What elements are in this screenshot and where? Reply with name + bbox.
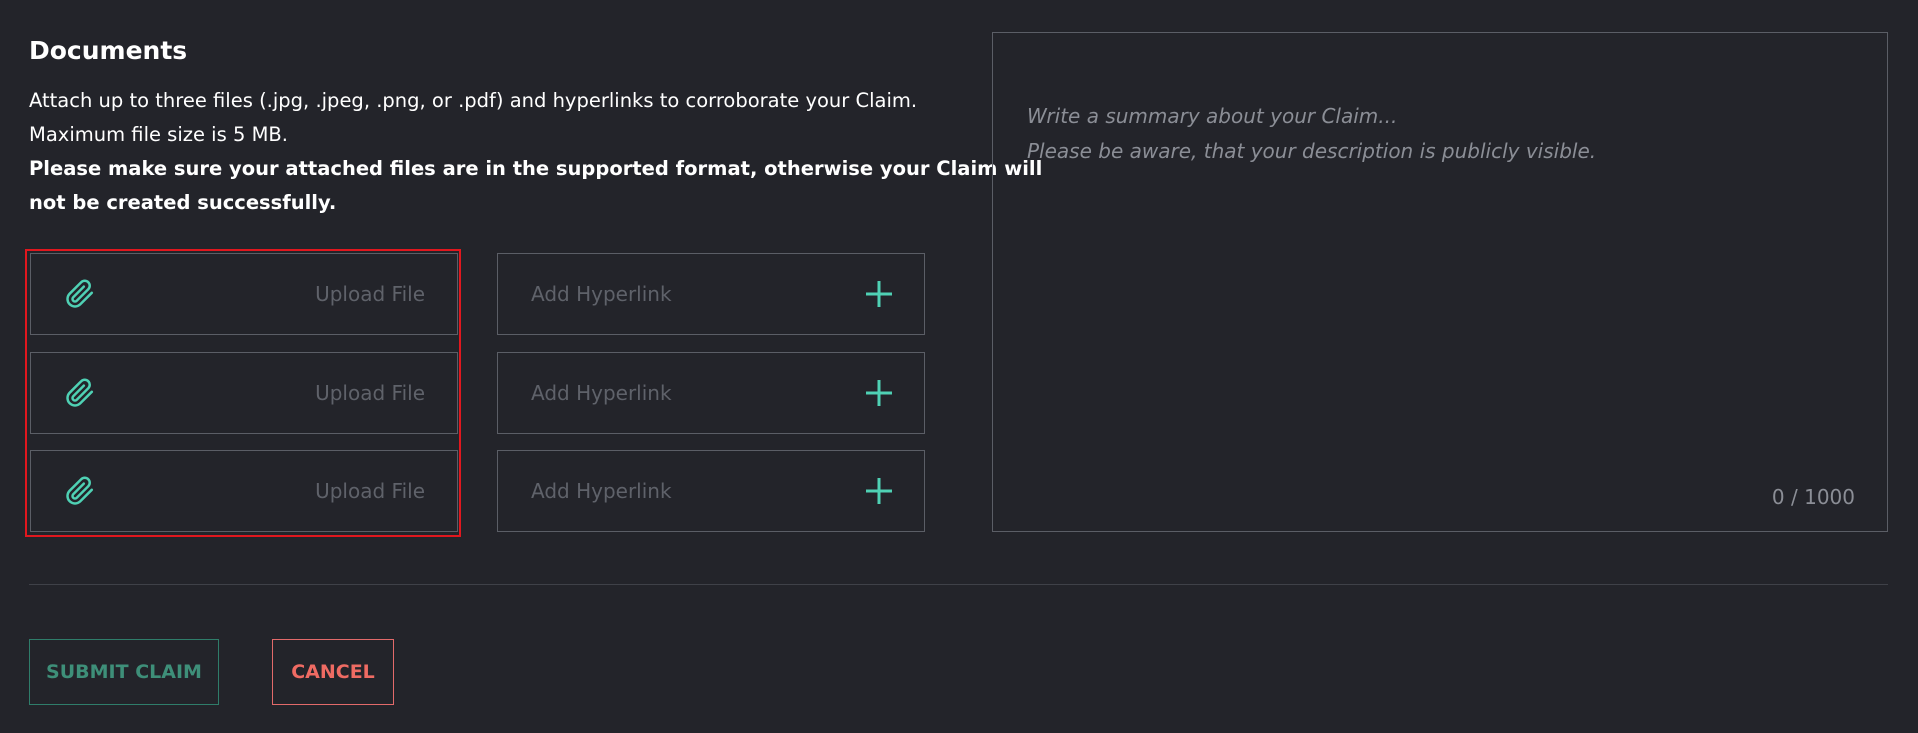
upload-file-label: Upload File bbox=[315, 479, 425, 503]
summary-placeholder-line: Please be aware, that your description i… bbox=[1027, 139, 1597, 163]
claim-summary-textarea[interactable]: Write a summary about your Claim... Plea… bbox=[992, 32, 1888, 532]
upload-file-label: Upload File bbox=[315, 282, 425, 306]
add-hyperlink-placeholder: Add Hyperlink bbox=[531, 381, 672, 405]
add-hyperlink-field[interactable]: Add Hyperlink bbox=[497, 450, 925, 532]
description-line: Attach up to three files (.jpg, .jpeg, .… bbox=[29, 89, 918, 112]
plus-icon[interactable] bbox=[864, 378, 894, 408]
documents-description: Attach up to three files (.jpg, .jpeg, .… bbox=[29, 84, 1043, 220]
paperclip-icon bbox=[66, 279, 94, 308]
character-counter: 0 / 1000 bbox=[1771, 485, 1855, 509]
upload-file-button[interactable]: Upload File bbox=[30, 352, 458, 434]
format-warning: Please make sure your attached files are… bbox=[29, 157, 1043, 180]
add-hyperlink-field[interactable]: Add Hyperlink bbox=[497, 253, 925, 335]
submit-claim-button[interactable]: SUBMIT CLAIM bbox=[29, 639, 219, 705]
cancel-button[interactable]: CANCEL bbox=[272, 639, 394, 705]
add-hyperlink-field[interactable]: Add Hyperlink bbox=[497, 352, 925, 434]
summary-placeholder-line: Write a summary about your Claim... bbox=[1027, 104, 1398, 128]
upload-file-button[interactable]: Upload File bbox=[30, 253, 458, 335]
add-hyperlink-placeholder: Add Hyperlink bbox=[531, 479, 672, 503]
summary-placeholder: Write a summary about your Claim... Plea… bbox=[1027, 99, 1596, 169]
plus-icon[interactable] bbox=[864, 279, 894, 309]
add-hyperlink-placeholder: Add Hyperlink bbox=[531, 282, 672, 306]
paperclip-icon bbox=[66, 476, 94, 505]
documents-title: Documents bbox=[29, 36, 188, 65]
upload-file-label: Upload File bbox=[315, 381, 425, 405]
upload-file-button[interactable]: Upload File bbox=[30, 450, 458, 532]
paperclip-icon bbox=[66, 378, 94, 407]
plus-icon[interactable] bbox=[864, 476, 894, 506]
divider bbox=[29, 584, 1888, 585]
description-line: Maximum file size is 5 MB. bbox=[29, 123, 288, 146]
format-warning: not be created successfully. bbox=[29, 191, 337, 214]
